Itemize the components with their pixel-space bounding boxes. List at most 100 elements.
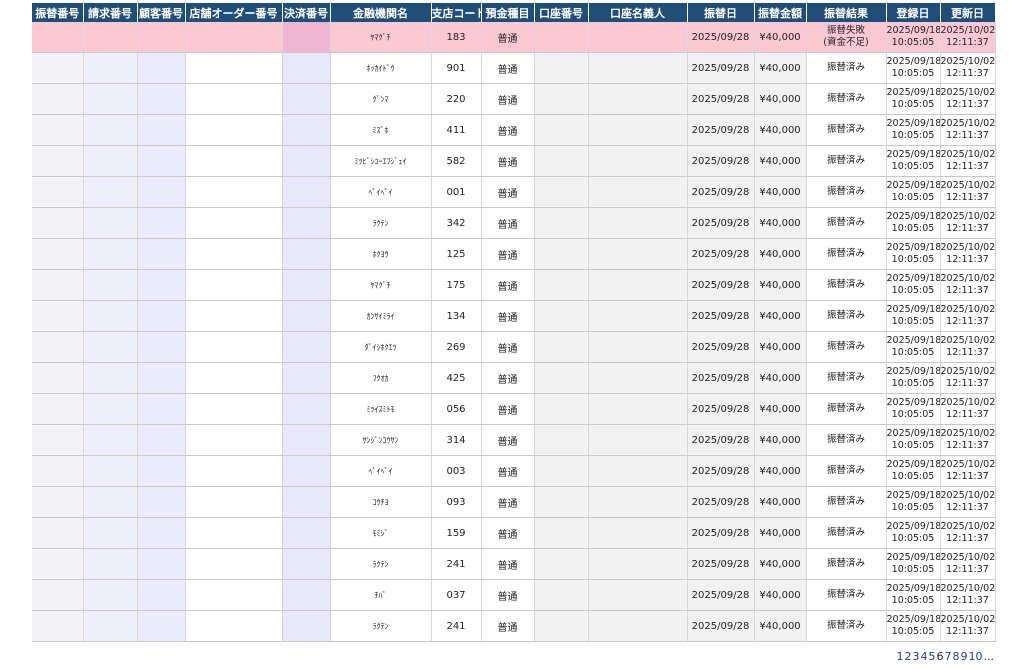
account-holder-cell	[588, 52, 688, 84]
updated-date-cell: 2025/10/02 12:11:37	[940, 176, 996, 208]
customer-no-cell	[137, 114, 186, 146]
account-no-cell	[534, 579, 589, 611]
registered-date-cell: 2025/09/18 10:05:05	[886, 52, 941, 84]
table-row[interactable]: ﾗｸﾃﾝ 241 普通 2025/09/28 ¥40,000 振替済み 2025/09/18…	[32, 610, 996, 642]
table-row[interactable]: ｺｳﾁﾖ 093 普通 2025/09/28 ¥40,000 振替済み 2025/09/18…	[32, 486, 996, 518]
store-order-no-cell	[185, 22, 283, 53]
column-header[interactable]: 振替結果	[806, 3, 887, 22]
transfer-result-cell: 振替済み	[806, 300, 887, 332]
column-header[interactable]: 決済番号	[282, 3, 331, 22]
payment-no-cell	[281, 610, 331, 642]
pagination-page-9[interactable]: 9	[961, 650, 968, 663]
pagination-page-3[interactable]: 3	[913, 650, 920, 663]
transfer-result-cell: 振替済み	[806, 393, 887, 425]
column-header[interactable]: 顧客番号	[137, 3, 186, 22]
branch-code-cell: 183	[431, 22, 482, 53]
pagination-page-7[interactable]: 7	[945, 650, 952, 663]
table-row[interactable]: ﾔﾏｸﾞﾁ 183 普通 2025/09/28 ¥40,000 振替失敗 (資金不足) 202…	[32, 22, 996, 53]
column-header[interactable]: 支店コード	[431, 3, 482, 22]
table-row[interactable]: ﾓﾐｼﾞ 159 普通 2025/09/28 ¥40,000 振替済み 2025/09/18…	[32, 517, 996, 549]
table-row[interactable]: ｸﾞﾝﾏ 220 普通 2025/09/28 ¥40,000 振替済み 2025/09/18…	[32, 83, 996, 115]
account-holder-cell	[588, 517, 688, 549]
pagination-page-2[interactable]: 2	[905, 650, 912, 663]
table-row[interactable]: ﾐｽﾞﾎ 411 普通 2025/09/28 ¥40,000 振替済み 2025/09/18…	[32, 114, 996, 146]
branch-code-cell: 220	[431, 83, 482, 115]
transfer-result-cell: 振替済み	[806, 486, 887, 518]
branch-code-cell: 125	[431, 238, 482, 270]
table-row[interactable]: ﾎｸﾖｳ 125 普通 2025/09/28 ¥40,000 振替済み 2025/09/18…	[32, 238, 996, 270]
pagination-page-10[interactable]: 10	[969, 650, 983, 663]
registered-date-cell: 2025/09/18 10:05:05	[886, 517, 941, 549]
column-header[interactable]: 更新日	[940, 3, 996, 22]
column-header[interactable]: 預金種目	[481, 3, 535, 22]
column-header[interactable]: 振替日	[687, 3, 755, 22]
invoice-no-cell	[83, 207, 138, 239]
transfer-no-cell	[32, 331, 84, 363]
account-holder-cell	[588, 22, 688, 53]
table-row[interactable]: ﾎｯｶｲﾄﾞｳ 901 普通 2025/09/28 ¥40,000 振替済み 2025/09…	[32, 52, 996, 84]
pagination-more[interactable]: ...	[984, 650, 995, 663]
bank-name-cell: ｺｳﾁﾖ	[329, 486, 432, 518]
pagination-page-8[interactable]: 8	[953, 650, 960, 663]
account-holder-cell	[588, 393, 688, 425]
account-no-cell	[534, 455, 589, 487]
table-row[interactable]: ﾍﾟｲﾍﾟｲ 003 普通 2025/09/28 ¥40,000 振替済み 2025/09/…	[32, 455, 996, 487]
account-holder-cell	[588, 114, 688, 146]
payment-no-cell	[281, 393, 331, 425]
store-order-no-cell	[185, 393, 283, 425]
payment-no-cell	[281, 238, 331, 270]
column-header[interactable]: 振替番号	[32, 3, 84, 22]
table-row[interactable]: ｻﾝｼﾞﾝｺｳｻﾝ 314 普通 2025/09/28 ¥40,000 振替済み 2025/…	[32, 424, 996, 456]
table-row[interactable]: ﾐﾂｲｽﾐﾄﾓ 056 普通 2025/09/28 ¥40,000 振替済み 2025/09…	[32, 393, 996, 425]
store-order-no-cell	[185, 424, 283, 456]
transfer-amount-cell: ¥40,000	[754, 455, 807, 487]
table-row[interactable]: ﾀﾞｲｼﾎｸｴﾂ 269 普通 2025/09/28 ¥40,000 振替済み 2025/0…	[32, 331, 996, 363]
pagination-page-1[interactable]: 1	[897, 650, 904, 663]
column-header[interactable]: 口座番号	[534, 3, 589, 22]
transfer-no-cell	[32, 579, 84, 611]
transfer-date-cell: 2025/09/28	[687, 114, 755, 146]
account-no-cell	[534, 424, 589, 456]
transfer-no-cell	[32, 393, 84, 425]
pagination-page-5[interactable]: 5	[929, 650, 936, 663]
table-row[interactable]: ﾐﾂﾋﾞｼﾕｰｴﾌｼﾞｪｲ 582 普通 2025/09/28 ¥40,000 振替済み 2…	[32, 145, 996, 177]
table-row[interactable]: ﾍﾟｲﾍﾟｲ 001 普通 2025/09/28 ¥40,000 振替済み 2025/09/…	[32, 176, 996, 208]
table-row[interactable]: ﾌｸｵｶ 425 普通 2025/09/28 ¥40,000 振替済み 2025/09/18…	[32, 362, 996, 394]
store-order-no-cell	[185, 83, 283, 115]
deposit-type-cell: 普通	[481, 145, 535, 177]
table-row[interactable]: ﾁﾊﾞ 037 普通 2025/09/28 ¥40,000 振替済み 2025/09/18 1…	[32, 579, 996, 611]
customer-no-cell	[137, 207, 186, 239]
invoice-no-cell	[83, 517, 138, 549]
column-header[interactable]: 登録日	[886, 3, 941, 22]
transfer-no-cell	[32, 517, 84, 549]
updated-date-cell: 2025/10/02 12:11:37	[940, 145, 996, 177]
table-body: ﾔﾏｸﾞﾁ 183 普通 2025/09/28 ¥40,000 振替失敗 (資金不足) 202…	[32, 22, 996, 642]
pagination-page-6[interactable]: 6	[937, 650, 944, 663]
column-header[interactable]: 振替金額	[754, 3, 807, 22]
table-row[interactable]: ｶﾝｻｲﾐﾗｲ 134 普通 2025/09/28 ¥40,000 振替済み 2025/09…	[32, 300, 996, 332]
payment-no-cell	[281, 486, 331, 518]
payment-no-cell	[281, 83, 331, 115]
transfer-no-cell	[32, 424, 84, 456]
transfer-result-cell: 振替済み	[806, 424, 887, 456]
column-header[interactable]: 金融機関名	[330, 3, 432, 22]
bank-name-cell: ﾐﾂｲｽﾐﾄﾓ	[329, 393, 432, 425]
store-order-no-cell	[185, 331, 283, 363]
column-header[interactable]: 店舗オーダー番号	[185, 3, 283, 22]
transfer-result-cell: 振替済み	[806, 610, 887, 642]
pagination-page-4[interactable]: 4	[921, 650, 928, 663]
table-row[interactable]: ﾔﾏｸﾞﾁ 175 普通 2025/09/28 ¥40,000 振替済み 2025/09/1…	[32, 269, 996, 301]
column-header[interactable]: 請求番号	[83, 3, 138, 22]
transfer-amount-cell: ¥40,000	[754, 579, 807, 611]
bank-name-cell: ﾎｯｶｲﾄﾞｳ	[329, 52, 432, 84]
table-row[interactable]: ﾗｸﾃﾝ 342 普通 2025/09/28 ¥40,000 振替済み 2025/09/18…	[32, 207, 996, 239]
updated-date-cell: 2025/10/02 12:11:37	[940, 393, 996, 425]
store-order-no-cell	[185, 145, 283, 177]
transfer-date-cell: 2025/09/28	[687, 362, 755, 394]
bank-name-cell: ﾗｸﾃﾝ	[329, 610, 432, 642]
invoice-no-cell	[83, 114, 138, 146]
customer-no-cell	[137, 269, 186, 301]
column-header[interactable]: 口座名義人	[588, 3, 688, 22]
branch-code-cell: 037	[431, 579, 482, 611]
table-row[interactable]: ﾗｸﾃﾝ 241 普通 2025/09/28 ¥40,000 振替済み 2025/09/18…	[32, 548, 996, 580]
